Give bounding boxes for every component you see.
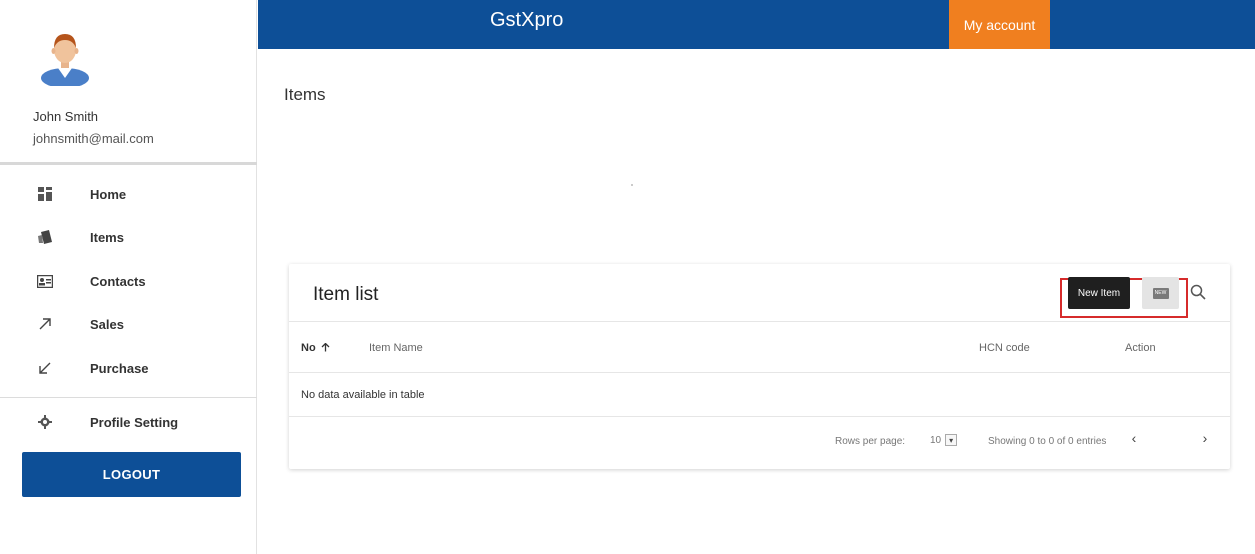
sidebar-item-label: Profile Setting xyxy=(90,414,179,430)
sidebar-item-label: Sales xyxy=(90,316,124,332)
decorative-dot xyxy=(631,184,633,186)
column-header-action: Action xyxy=(1125,342,1156,354)
sidebar-item-contacts[interactable]: Contacts xyxy=(0,261,257,301)
sidebar-item-profile-setting[interactable]: Profile Setting xyxy=(0,402,257,442)
item-list-card: Item list New Item NEW No Item Name HCN … xyxy=(289,264,1230,469)
app-title: GstXpro xyxy=(490,9,564,31)
column-header-item-name[interactable]: Item Name xyxy=(369,342,423,354)
dashboard-icon xyxy=(36,185,54,203)
user-email: johnsmith@mail.com xyxy=(33,131,154,146)
logout-button[interactable]: LOGOUT xyxy=(22,452,241,497)
items-icon xyxy=(36,228,54,246)
my-account-button[interactable]: My account xyxy=(949,0,1050,49)
sidebar-item-purchase[interactable]: Purchase xyxy=(0,348,257,388)
rows-per-page-value: 10 xyxy=(930,434,942,446)
contact-card-icon xyxy=(36,272,54,290)
new-item-button[interactable]: New Item xyxy=(1068,277,1130,309)
avatar xyxy=(41,34,89,86)
gear-icon xyxy=(36,413,54,431)
sidebar-item-label: Contacts xyxy=(90,273,146,289)
arrow-down-left-icon xyxy=(36,359,54,377)
sidebar-item-sales[interactable]: Sales xyxy=(0,304,257,344)
arrow-up-right-icon xyxy=(36,315,54,333)
sort-arrow-up-icon xyxy=(321,342,330,352)
new-badge-icon: NEW xyxy=(1152,287,1169,299)
table-header-separator xyxy=(289,372,1230,373)
new-badge-button[interactable]: NEW xyxy=(1142,277,1179,309)
sidebar-item-label: Items xyxy=(90,229,124,245)
next-page-button[interactable]: › xyxy=(1197,429,1213,447)
sidebar-item-label: Purchase xyxy=(90,360,149,376)
prev-page-button[interactable]: ‹ xyxy=(1126,429,1142,447)
empty-table-message: No data available in table xyxy=(301,389,425,401)
sidebar-item-home[interactable]: Home xyxy=(0,174,257,214)
page-title: Items xyxy=(284,85,326,104)
rows-per-page-label: Rows per page: xyxy=(835,436,906,447)
column-header-no[interactable]: No xyxy=(301,342,330,354)
profile-panel: John Smith johnsmith@mail.com xyxy=(0,0,257,165)
top-bar: GstXpro My account xyxy=(258,0,1255,49)
chevron-down-icon: ▾ xyxy=(945,434,958,446)
sidebar-item-items[interactable]: Items xyxy=(0,217,257,257)
sidebar-divider xyxy=(0,397,257,398)
header-separator xyxy=(289,321,1230,322)
search-icon[interactable] xyxy=(1189,283,1207,301)
sidebar-item-label: Home xyxy=(90,186,127,202)
table-footer-separator xyxy=(289,416,1230,417)
rows-per-page-select[interactable]: 10 ▾ xyxy=(930,432,958,448)
pagination-info: Showing 0 to 0 of 0 entries xyxy=(988,436,1107,447)
user-name: John Smith xyxy=(33,109,99,124)
item-list-title: Item list xyxy=(313,284,379,305)
app-root: John Smith johnsmith@mail.com Home Items… xyxy=(0,0,1255,554)
column-header-hcn-code[interactable]: HCN code xyxy=(979,342,1030,354)
sidebar: John Smith johnsmith@mail.com Home Items… xyxy=(0,0,257,554)
